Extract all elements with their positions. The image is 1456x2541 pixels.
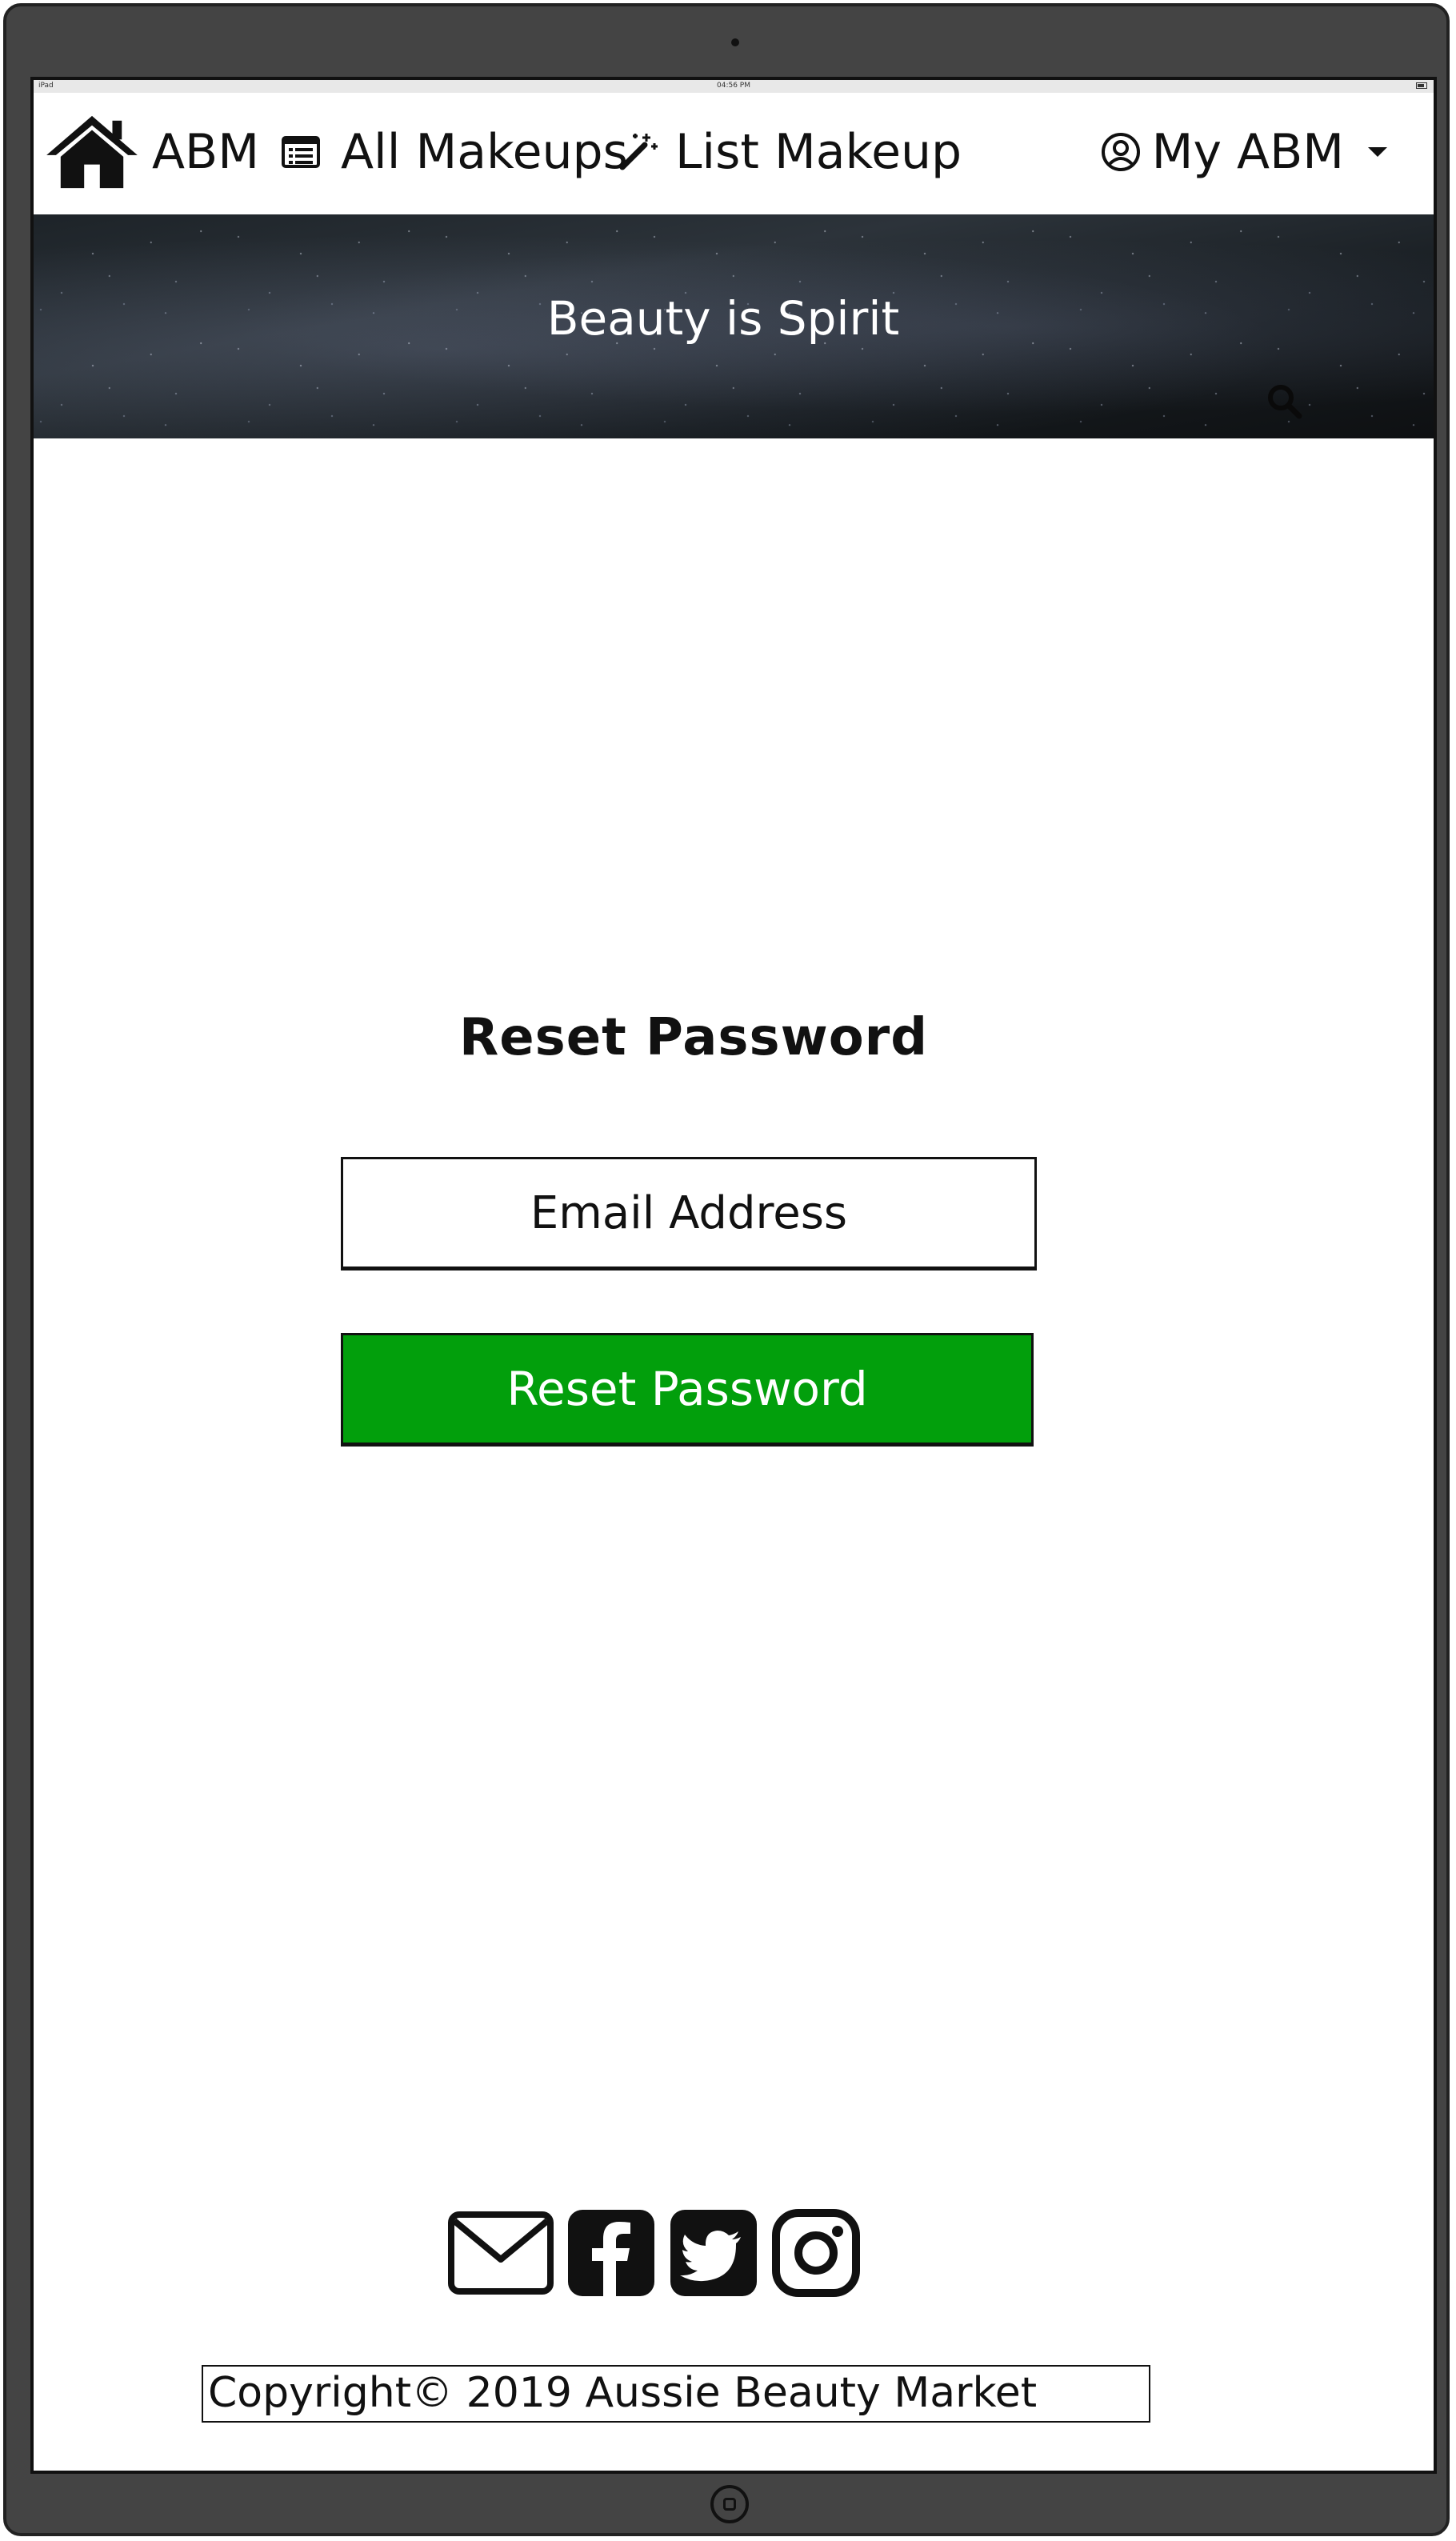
screen: iPad 04:56 PM ABM All Makeups List Makeu… <box>30 77 1437 2474</box>
copyright-text: Copyright© 2019 Aussie Beauty Market <box>202 2365 1150 2423</box>
banner-tagline: Beauty is Spirit <box>546 291 900 346</box>
nav-account-label: My ABM <box>1151 124 1344 180</box>
nav-account-dropdown[interactable]: My ABM <box>1101 93 1389 211</box>
twitter-icon <box>670 2210 757 2296</box>
nav-all-makeups-label: All Makeups <box>341 124 628 180</box>
user-circle-icon <box>1101 133 1140 171</box>
facebook-icon <box>568 2210 654 2296</box>
facebook-link[interactable] <box>566 2208 656 2301</box>
chevron-down-icon <box>1368 147 1387 157</box>
hero-banner: Beauty is Spirit <box>34 214 1434 438</box>
nav-list-makeup-label: List Makeup <box>675 124 962 180</box>
email-field[interactable] <box>341 1157 1037 1270</box>
device-home-button[interactable] <box>710 2485 749 2523</box>
brand-label: ABM <box>152 124 259 180</box>
tablet-frame: iPad 04:56 PM ABM All Makeups List Makeu… <box>3 3 1450 2536</box>
battery-icon <box>1416 82 1427 89</box>
nav-list-makeup-link[interactable]: List Makeup <box>618 93 962 211</box>
page-title: Reset Password <box>458 1008 929 1067</box>
nav-all-makeups-link[interactable]: All Makeups <box>282 93 628 211</box>
home-icon <box>46 115 138 189</box>
top-navbar: ABM All Makeups List Makeup My ABM <box>34 93 1434 211</box>
search-icon[interactable] <box>1266 382 1302 419</box>
status-device-label: iPad <box>38 82 54 90</box>
status-bar: iPad 04:56 PM <box>34 80 1434 93</box>
magic-wand-icon <box>619 134 658 170</box>
instagram-link[interactable] <box>771 2208 861 2301</box>
reset-password-button[interactable]: Reset Password <box>341 1333 1034 1447</box>
twitter-link[interactable] <box>669 2208 758 2301</box>
nav-home-link[interactable]: ABM <box>45 93 259 211</box>
instagram-icon <box>772 2209 860 2297</box>
list-alt-icon <box>282 136 320 168</box>
social-links <box>448 2208 861 2301</box>
email-link[interactable] <box>448 2211 554 2298</box>
camera-dot <box>731 38 739 46</box>
envelope-icon <box>448 2211 554 2295</box>
status-time: 04:56 PM <box>717 82 750 90</box>
